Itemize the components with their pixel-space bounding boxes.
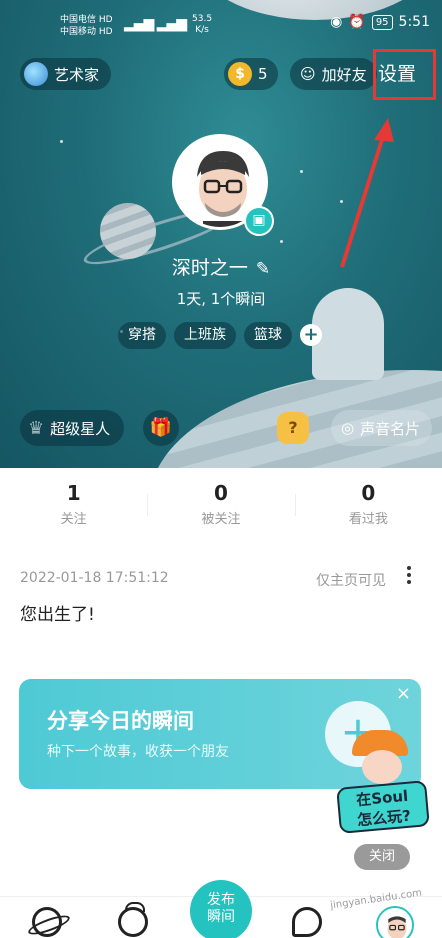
help-bubble[interactable]: 在Soul 怎么玩? (336, 780, 430, 834)
voice-card-label: 声音名片 (360, 419, 421, 438)
status-bar: 中国电信 HD 中国移动 HD ▂▄▆ ▂▄▆ 53.5 K/s ◉ ⏰ 95 … (0, 0, 442, 44)
super-star-label: 超级星人 (50, 419, 111, 438)
add-tag-button[interactable]: + (300, 324, 322, 346)
profile-summary: 1天, 1个瞬间 (176, 290, 266, 308)
moment-visibility: 仅主页可见 (316, 573, 386, 589)
net-speed-value: 53.5 (192, 14, 213, 24)
net-speed-unit: K/s (195, 25, 209, 35)
highlight-box (373, 49, 436, 100)
stat-followers[interactable]: 0 被关注 (147, 478, 294, 532)
tag-item[interactable]: 穿搭 (118, 322, 166, 349)
carrier-2: 中国移动 (60, 27, 97, 37)
carrier-2-badge: HD (98, 27, 113, 37)
star-decoration (280, 240, 283, 243)
banner-subtitle: 种下一个故事，收获一个朋友 (47, 744, 229, 760)
carrier-1: 中国电信 (60, 15, 97, 25)
stat-value: 0 (214, 481, 228, 505)
annotation-arrow (340, 118, 394, 268)
avatar-illustration (378, 908, 412, 938)
saturn-decoration (100, 203, 156, 259)
publish-line-1: 发布 (207, 892, 235, 908)
nickname: 深时之一 (171, 257, 248, 279)
role-label: 艺术家 (54, 65, 100, 84)
stat-visitors[interactable]: 0 看过我 (294, 478, 442, 532)
close-help-button[interactable]: 关闭 (354, 844, 410, 870)
planet-icon (24, 62, 48, 86)
status-right: ◉ ⏰ 95 5:51 (330, 14, 430, 30)
chat-tab-icon[interactable] (292, 907, 322, 937)
alarm-icon: ⏰ (348, 14, 366, 30)
net-speed: 53.5 K/s (192, 14, 212, 36)
role-badge[interactable]: 艺术家 (20, 58, 112, 90)
signal-icon: ▂▄▆ ▂▄▆ (124, 16, 187, 32)
voice-card-button[interactable]: ◎ 声音名片 (331, 410, 433, 446)
cat-icon[interactable]: ? (277, 412, 309, 444)
coin-balance[interactable]: $ 5 (224, 58, 278, 90)
status-time: 5:51 (398, 14, 430, 30)
publish-moment-button[interactable]: 发布 瞬间 (190, 880, 252, 938)
add-person-icon: ☺ (300, 65, 316, 83)
eye-icon: ◉ (330, 14, 343, 30)
more-options-icon[interactable] (403, 566, 415, 584)
stat-label: 被关注 (201, 512, 241, 527)
nickname-row: 深时之一 ✎ (0, 253, 442, 280)
publish-line-2: 瞬间 (207, 909, 235, 925)
mascot-face (362, 750, 402, 784)
stat-value: 1 (66, 481, 81, 505)
moment-text: 您出生了! (20, 605, 95, 625)
tag-item[interactable]: 篮球 (244, 322, 292, 349)
close-icon[interactable]: × (396, 683, 411, 704)
super-star-button[interactable]: ♛ 超级星人 (20, 410, 125, 446)
add-friend-button[interactable]: ☺ 加好友 (290, 58, 377, 90)
profile-tab-avatar[interactable] (376, 906, 414, 938)
moment-date: 2022-01-18 17:51:12 (20, 570, 169, 586)
follow-stats: 1 关注 0 被关注 0 看过我 (0, 478, 442, 532)
carrier-1-badge: HD (98, 15, 113, 25)
avatar-badge-icon[interactable]: ▣ (244, 206, 274, 236)
square-tab-icon[interactable] (118, 902, 148, 937)
mascot-icon[interactable] (348, 730, 426, 786)
divider (294, 494, 296, 516)
coin-icon: $ (228, 62, 252, 86)
crown-icon: ♛ (28, 417, 45, 439)
stat-value: 0 (361, 481, 376, 505)
tag-list: 穿搭 上班族 篮球 + (118, 322, 322, 349)
stat-label: 看过我 (348, 512, 388, 527)
add-friend-label: 加好友 (321, 65, 367, 84)
banner-title: 分享今日的瞬间 (47, 709, 194, 733)
stat-following[interactable]: 1 关注 (0, 478, 147, 532)
voice-icon: ◎ (341, 419, 355, 437)
battery-indicator: 95 (371, 14, 393, 30)
tag-item[interactable]: 上班族 (174, 322, 236, 349)
gift-icon[interactable]: 🎁 (143, 410, 179, 446)
star-decoration (300, 170, 303, 173)
coin-count: 5 (258, 65, 268, 83)
stat-label: 关注 (60, 512, 87, 527)
carrier-info: 中国电信 HD 中国移动 HD (60, 14, 113, 38)
edit-icon[interactable]: ✎ (256, 259, 270, 279)
divider (147, 494, 149, 516)
planet-tab-icon[interactable] (32, 907, 62, 937)
star-decoration (60, 140, 63, 143)
